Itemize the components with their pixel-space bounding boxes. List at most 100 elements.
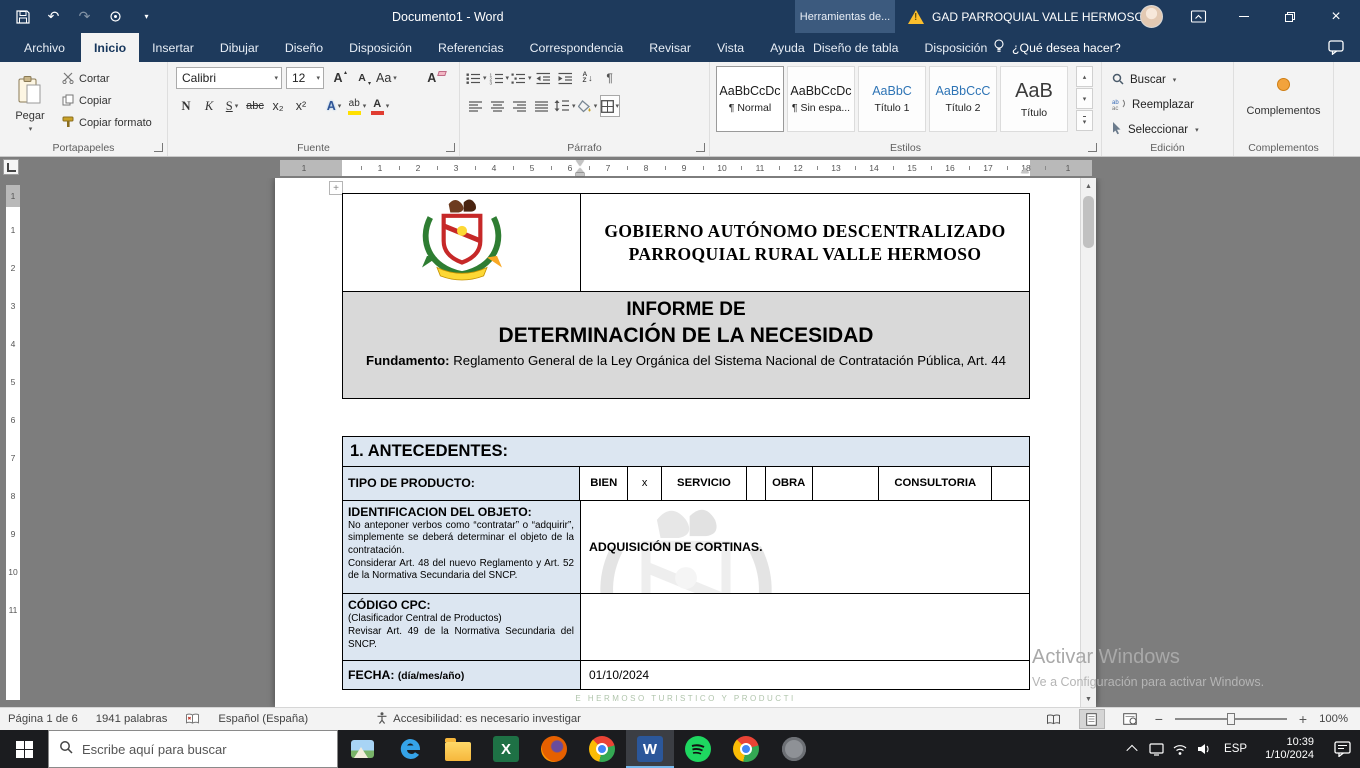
left-indent-marker[interactable] — [576, 173, 584, 176]
tab-insertar[interactable]: Insertar — [139, 33, 207, 62]
redo-icon[interactable]: ↷ — [76, 8, 93, 25]
replace-button[interactable]: abac Reemplazar — [1112, 95, 1194, 115]
shrink-font-button[interactable]: A▾ — [352, 67, 372, 89]
print-layout-icon[interactable] — [1079, 709, 1105, 729]
document-page[interactable]: + E HERMOSO TURISTICO Y PRODUCTI — [275, 178, 1096, 707]
display-icon[interactable] — [1144, 730, 1168, 768]
hidden-icons-chevron[interactable] — [1120, 730, 1144, 768]
vertical-ruler[interactable]: 11234567891011 — [6, 185, 20, 700]
grow-font-button[interactable]: A▴ — [328, 67, 348, 89]
edge-icon[interactable] — [386, 730, 434, 768]
taskbar-search-input[interactable] — [82, 742, 312, 757]
font-family-select[interactable]: Calibri▾ — [176, 67, 282, 89]
close-button[interactable]: × — [1313, 0, 1359, 33]
word-icon[interactable] — [626, 730, 674, 768]
save-icon[interactable] — [14, 8, 31, 25]
spotify-icon[interactable] — [674, 730, 722, 768]
align-center-button[interactable] — [488, 95, 508, 117]
increase-indent-button[interactable] — [556, 67, 576, 89]
titlebar-alert[interactable]: GAD PARROQUIAL VALLE HERMOSO — [908, 0, 1144, 33]
read-mode-icon[interactable] — [1041, 709, 1067, 729]
zoom-slider-thumb[interactable] — [1227, 713, 1235, 725]
tab-dibujar[interactable]: Dibujar — [207, 33, 272, 62]
font-dialog-launcher[interactable] — [446, 143, 455, 152]
tipo-value-servicio[interactable] — [747, 467, 766, 500]
tab-vista[interactable]: Vista — [704, 33, 757, 62]
zoom-in-button[interactable]: + — [1299, 712, 1307, 726]
superscript-button[interactable]: x² — [291, 95, 311, 117]
zoom-level[interactable]: 100% — [1319, 713, 1348, 725]
styles-scroll-up-icon[interactable]: ▴ — [1076, 66, 1093, 87]
tab-stop-selector[interactable] — [3, 159, 19, 175]
customize-quick-access-icon[interactable]: ▾ — [138, 8, 155, 25]
file-explorer-icon[interactable] — [434, 730, 482, 768]
sort-button[interactable]: AZ↓ — [578, 67, 598, 89]
tipo-value-consultoria[interactable] — [992, 467, 1029, 500]
align-left-button[interactable] — [466, 95, 486, 117]
firefox-icon[interactable] — [530, 730, 578, 768]
proofing-icon[interactable] — [185, 713, 200, 725]
numbering-button[interactable]: 123▾ — [489, 67, 510, 89]
paste-button[interactable]: Pegar ▾ — [6, 66, 54, 142]
taskbar-search[interactable] — [48, 730, 338, 768]
identificacion-value[interactable]: ADQUISICIÓN DE CORTINAS. — [581, 501, 1029, 593]
justify-button[interactable] — [532, 95, 552, 117]
start-button[interactable] — [0, 730, 48, 768]
clipboard-dialog-launcher[interactable] — [154, 143, 163, 152]
tab-revisar[interactable]: Revisar — [636, 33, 704, 62]
cut-button[interactable]: Cortar — [58, 68, 156, 90]
italic-button[interactable]: K — [199, 95, 219, 117]
contextual-tab-diseno-de-tabla[interactable]: Diseño de tabla — [800, 33, 911, 62]
tab-diseno[interactable]: Diseño — [272, 33, 336, 62]
photos-app-icon[interactable] — [338, 730, 386, 768]
underline-button[interactable]: S▾ — [222, 95, 242, 117]
bold-button[interactable]: N — [176, 95, 196, 117]
borders-button[interactable]: ▾ — [600, 95, 621, 117]
scroll-up-icon[interactable]: ▲ — [1081, 178, 1096, 194]
style-titulo-1[interactable]: AaBbCTítulo 1 — [858, 66, 926, 132]
find-button[interactable]: Buscar▾ — [1112, 70, 1176, 90]
styles-dialog-launcher[interactable] — [1088, 143, 1097, 152]
decrease-indent-button[interactable] — [534, 67, 554, 89]
contextual-tab-disposicion[interactable]: Disposición — [911, 33, 1000, 62]
scroll-down-icon[interactable]: ▼ — [1081, 691, 1096, 707]
strikethrough-button[interactable]: abc — [245, 95, 265, 117]
comments-icon[interactable] — [1328, 40, 1344, 60]
web-layout-icon[interactable] — [1117, 709, 1143, 729]
line-spacing-button[interactable]: ▾ — [554, 95, 576, 117]
tab-disposicion[interactable]: Disposición — [336, 33, 425, 62]
paragraph-dialog-launcher[interactable] — [696, 143, 705, 152]
action-center-icon[interactable] — [1324, 730, 1360, 768]
scrollbar-thumb[interactable] — [1083, 196, 1094, 248]
restore-button[interactable] — [1267, 0, 1313, 33]
style-titulo[interactable]: AaBTítulo — [1000, 66, 1068, 132]
word-count[interactable]: 1941 palabras — [96, 713, 168, 725]
ribbon-display-options-icon[interactable] — [1190, 8, 1207, 30]
tab-archivo[interactable]: Archivo — [8, 33, 81, 62]
language-tray-button[interactable]: ESP — [1216, 743, 1255, 755]
addins-button[interactable]: Complementos — [1247, 78, 1321, 117]
vertical-scrollbar[interactable]: ▲ ▼ — [1080, 178, 1096, 707]
horizontal-ruler[interactable]: 11123456789101112131415161718 — [280, 160, 1092, 176]
first-line-indent-marker[interactable] — [576, 160, 584, 166]
font-size-select[interactable]: 12▾ — [286, 67, 324, 89]
tab-referencias[interactable]: Referencias — [425, 33, 517, 62]
document-table[interactable]: GOBIERNO AUTÓNOMO DESCENTRALIZADO PARROQ… — [342, 193, 1030, 690]
style-normal[interactable]: AaBbCcDc¶ Normal — [716, 66, 784, 132]
minimize-button[interactable] — [1221, 0, 1267, 33]
touch-mode-icon[interactable] — [107, 8, 124, 25]
copy-button[interactable]: Copiar — [58, 90, 156, 112]
tipo-value-bien[interactable]: x — [628, 467, 662, 500]
style-titulo-2[interactable]: AaBbCcCTítulo 2 — [929, 66, 997, 132]
page-indicator[interactable]: Página 1 de 6 — [8, 713, 78, 725]
font-color-button[interactable]: A▾ — [370, 95, 390, 117]
tell-me-button[interactable]: ¿Qué desea hacer? — [993, 33, 1121, 62]
fecha-value[interactable]: 01/10/2024 — [581, 661, 1029, 689]
right-indent-marker[interactable] — [1021, 168, 1029, 173]
subscript-button[interactable]: x₂ — [268, 95, 288, 117]
format-painter-button[interactable]: Copiar formato — [58, 112, 156, 134]
language-indicator[interactable]: Español (España) — [218, 713, 308, 725]
style-sin-espa[interactable]: AaBbCcDc¶ Sin espa... — [787, 66, 855, 132]
zoom-slider[interactable] — [1175, 718, 1287, 720]
multilevel-list-button[interactable]: ▾ — [511, 67, 532, 89]
